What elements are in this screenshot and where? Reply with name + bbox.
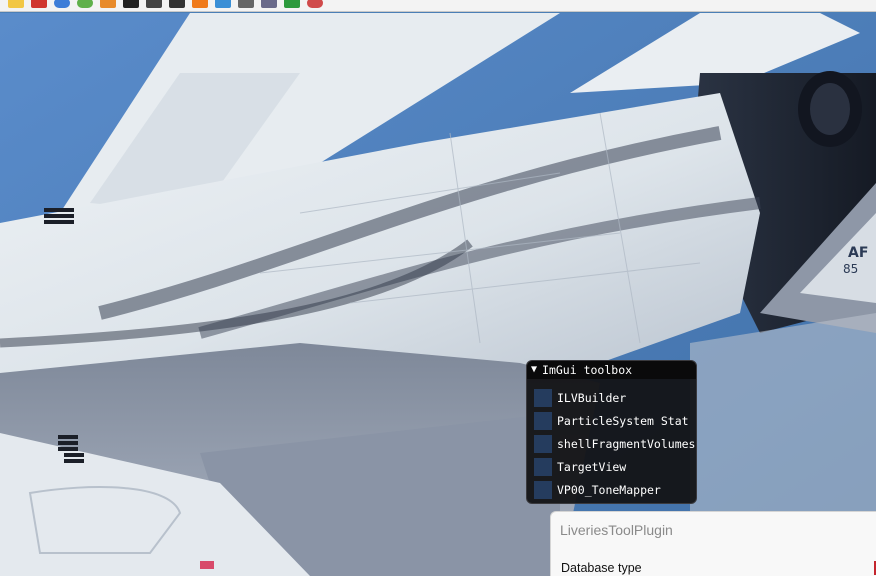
imgui-item-vp00-tonemapper[interactable]: VP00_ToneMapper xyxy=(527,478,696,501)
imgui-title-bar[interactable]: ▼ ImGui toolbox xyxy=(527,361,696,379)
folder-open-icon[interactable] xyxy=(8,0,24,8)
checkbox[interactable] xyxy=(534,434,552,453)
imgui-toolbox-window[interactable]: ▼ ImGui toolbox ILVBuilder ParticleSyste… xyxy=(526,360,697,504)
target-icon[interactable] xyxy=(307,0,323,8)
imgui-item-list: ILVBuilder ParticleSystem Stat shellFrag… xyxy=(527,379,696,501)
image-icon[interactable] xyxy=(100,0,116,8)
tail-text-af: AF xyxy=(848,245,868,261)
globe-icon[interactable] xyxy=(54,0,70,8)
3d-viewport[interactable]: AF 85 xyxy=(0,13,876,576)
checkbox[interactable] xyxy=(534,457,552,476)
ruby-icon[interactable] xyxy=(31,0,47,8)
checkbox[interactable] xyxy=(534,480,552,499)
database-type-label: Database type xyxy=(561,561,642,575)
imgui-item-particlesystem-stat[interactable]: ParticleSystem Stat xyxy=(527,409,696,432)
fire-icon[interactable] xyxy=(192,0,208,8)
cursor-icon[interactable] xyxy=(123,0,139,8)
image-frame-icon[interactable] xyxy=(169,0,185,8)
imgui-item-label: ILVBuilder xyxy=(557,390,627,405)
dots-grid-icon[interactable] xyxy=(284,0,300,8)
imgui-item-label: VP00_ToneMapper xyxy=(557,482,661,497)
imgui-title: ImGui toolbox xyxy=(542,363,633,377)
brush-icon[interactable] xyxy=(238,0,254,8)
collapse-triangle-icon[interactable]: ▼ xyxy=(531,361,537,379)
save-icon[interactable] xyxy=(146,0,162,8)
checkbox[interactable] xyxy=(534,411,552,430)
globe-green-icon[interactable] xyxy=(77,0,93,8)
plugin-title: LiveriesToolPlugin xyxy=(560,522,673,538)
grid-icon[interactable] xyxy=(261,0,277,8)
imgui-item-label: TargetView xyxy=(557,459,627,474)
tail-text-number: 85 xyxy=(843,262,858,276)
imgui-item-label: ParticleSystem Stat xyxy=(557,413,689,428)
imgui-item-shellfragmentvolumes[interactable]: shellFragmentVolumes xyxy=(527,432,696,455)
imgui-item-ilvbuilder[interactable]: ILVBuilder xyxy=(527,386,696,409)
atom-icon[interactable] xyxy=(215,0,231,8)
imgui-item-targetview[interactable]: TargetView xyxy=(527,455,696,478)
toolbar xyxy=(0,0,876,12)
imgui-item-label: shellFragmentVolumes xyxy=(557,436,696,451)
aircraft-render: AF 85 xyxy=(0,13,876,576)
checkbox[interactable] xyxy=(534,388,552,407)
liveries-tool-plugin-panel[interactable]: LiveriesToolPlugin Database type xyxy=(550,511,876,576)
